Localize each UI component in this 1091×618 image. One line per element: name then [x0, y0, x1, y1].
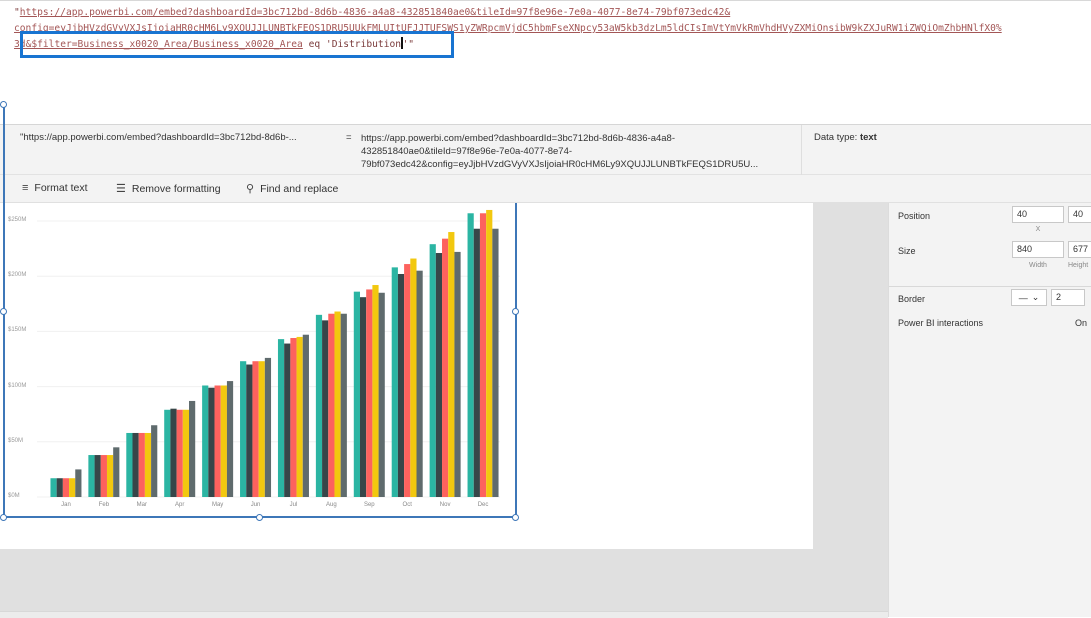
height-input[interactable]: 677: [1068, 241, 1091, 258]
size-label: Size: [898, 246, 916, 256]
resize-handle-bottom-middle[interactable]: [256, 514, 263, 521]
format-text-icon: ≡: [22, 182, 29, 194]
position-label: Position: [898, 211, 931, 221]
resize-handle-top-left[interactable]: [0, 101, 7, 108]
formula-preview: "https://app.powerbi.com/embed?dashboard…: [0, 125, 1091, 175]
position-x-input[interactable]: 40: [1012, 206, 1064, 223]
position-x-caption: X: [1035, 226, 1041, 233]
resize-handle-middle-left[interactable]: [0, 308, 7, 315]
divider: [889, 286, 1091, 287]
data-type-value: text: [859, 132, 877, 143]
width-input[interactable]: 840: [1012, 241, 1064, 258]
data-type-label: Data type:: [814, 132, 860, 143]
resize-handle-bottom-right[interactable]: [512, 514, 519, 521]
chevron-down-icon: ⌄: [1031, 292, 1040, 302]
formula-toolbar: ≡ Format text ☰ Remove formatting ⚲ Find…: [0, 175, 1091, 203]
powerbi-interactions-toggle[interactable]: On: [1075, 318, 1087, 328]
selection-frame-edge: [3, 104, 5, 203]
data-type-info: Data type: text: [814, 132, 877, 143]
find-replace-label: Find and replace: [260, 182, 339, 195]
search-icon: ⚲: [246, 183, 255, 195]
height-caption: Height: [1068, 262, 1089, 269]
resize-handle-bottom-left[interactable]: [0, 514, 7, 521]
resize-handle-middle-right[interactable]: [512, 308, 519, 315]
properties-panel: Position 40 40 X Size 840 677 Width Heig…: [888, 203, 1091, 617]
format-text-button[interactable]: ≡ Format text: [22, 182, 88, 194]
border-width-input[interactable]: 2: [1051, 289, 1085, 306]
divider: [801, 125, 802, 175]
formula-editor[interactable]: "https://app.powerbi.com/embed?dashboard…: [0, 0, 1091, 125]
selection-frame[interactable]: [3, 203, 517, 518]
border-style-dropdown[interactable]: — ⌄: [1011, 289, 1047, 306]
position-y-input[interactable]: 40: [1068, 206, 1091, 223]
remove-formatting-button[interactable]: ☰ Remove formatting: [116, 182, 221, 196]
preview-expression: "https://app.powerbi.com/embed?dashboard…: [20, 132, 297, 143]
preview-value-line: 79bf073edc42&config=eyJjbHVzdGVyVXJsIjoi…: [361, 159, 759, 170]
highlight-annotation: [20, 31, 454, 58]
powerbi-interactions-label: Power BI interactions: [898, 318, 984, 328]
remove-formatting-label: Remove formatting: [131, 182, 221, 195]
format-text-label: Format text: [34, 182, 88, 194]
preview-equals: =: [346, 132, 352, 143]
preview-value-line: 432851840ae0&tileId=97f8e96e-7e0a-4077-8…: [361, 146, 573, 157]
border-label: Border: [898, 294, 926, 304]
border-style-value: —: [1018, 292, 1028, 303]
width-caption: Width: [1029, 262, 1047, 269]
remove-formatting-icon: ☰: [116, 183, 126, 195]
formula-link-line1[interactable]: https://app.powerbi.com/embed?dashboardI…: [20, 7, 730, 18]
find-replace-button[interactable]: ⚲ Find and replace: [246, 182, 339, 196]
preview-value-line: https://app.powerbi.com/embed?dashboardI…: [361, 133, 675, 144]
preview-value: https://app.powerbi.com/embed?dashboardI…: [361, 132, 781, 171]
